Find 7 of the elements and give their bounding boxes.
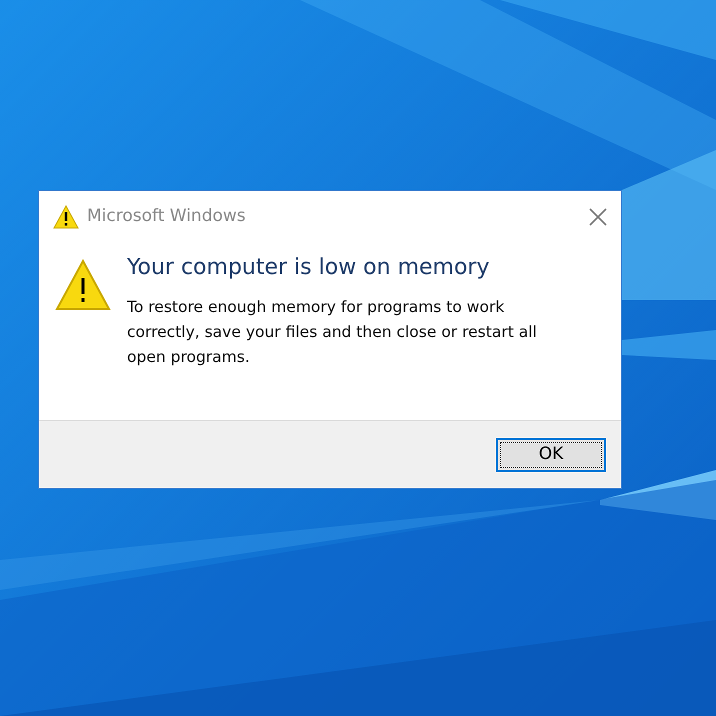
window-title: Microsoft Windows <box>87 205 246 228</box>
message-text: To restore enough memory for programs to work correctly, save your files and then close or restart all open programs. <box>127 297 538 368</box>
ok-button[interactable]: OK <box>496 438 606 472</box>
message-heading: Your computer is low on memory <box>127 255 490 282</box>
warning-icon <box>53 205 79 229</box>
close-icon <box>589 208 607 226</box>
warning-icon <box>55 259 111 311</box>
